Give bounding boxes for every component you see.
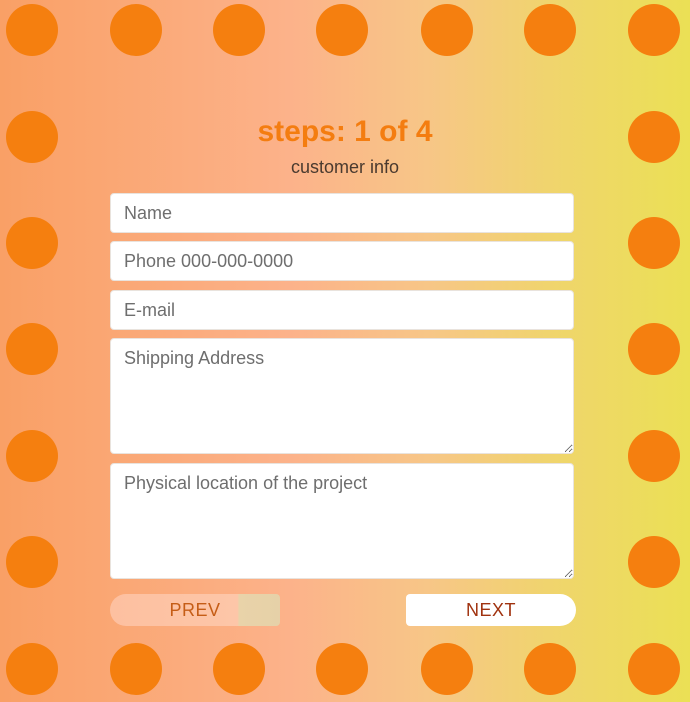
decorative-dot: [421, 4, 473, 56]
decorative-dot: [524, 643, 576, 695]
decorative-dot: [6, 4, 58, 56]
decorative-dot: [6, 430, 58, 482]
decorative-dot: [628, 323, 680, 375]
decorative-dot: [110, 643, 162, 695]
decorative-dot: [6, 323, 58, 375]
decorative-dot: [316, 643, 368, 695]
prev-button[interactable]: PREV: [110, 594, 280, 626]
decorative-dot: [628, 217, 680, 269]
next-button[interactable]: NEXT: [406, 594, 576, 626]
step-subtitle: customer info: [290, 157, 400, 177]
decorative-dot: [6, 217, 58, 269]
name-input[interactable]: [110, 193, 574, 233]
decorative-dot: [6, 643, 58, 695]
decorative-dot: [421, 643, 473, 695]
email-input[interactable]: [110, 290, 574, 330]
decorative-dot: [628, 430, 680, 482]
decorative-dot: [628, 643, 680, 695]
decorative-dot: [316, 4, 368, 56]
decorative-dot: [628, 4, 680, 56]
decorative-dot: [213, 643, 265, 695]
decorative-dot: [524, 4, 576, 56]
project-location-textarea[interactable]: [110, 463, 574, 579]
phone-input[interactable]: [110, 241, 574, 281]
decorative-dot: [628, 536, 680, 588]
decorative-dot: [110, 4, 162, 56]
decorative-dot: [213, 4, 265, 56]
step-title: steps: 1 of 4: [257, 115, 433, 148]
decorative-dot: [6, 536, 58, 588]
shipping-address-textarea[interactable]: [110, 338, 574, 454]
